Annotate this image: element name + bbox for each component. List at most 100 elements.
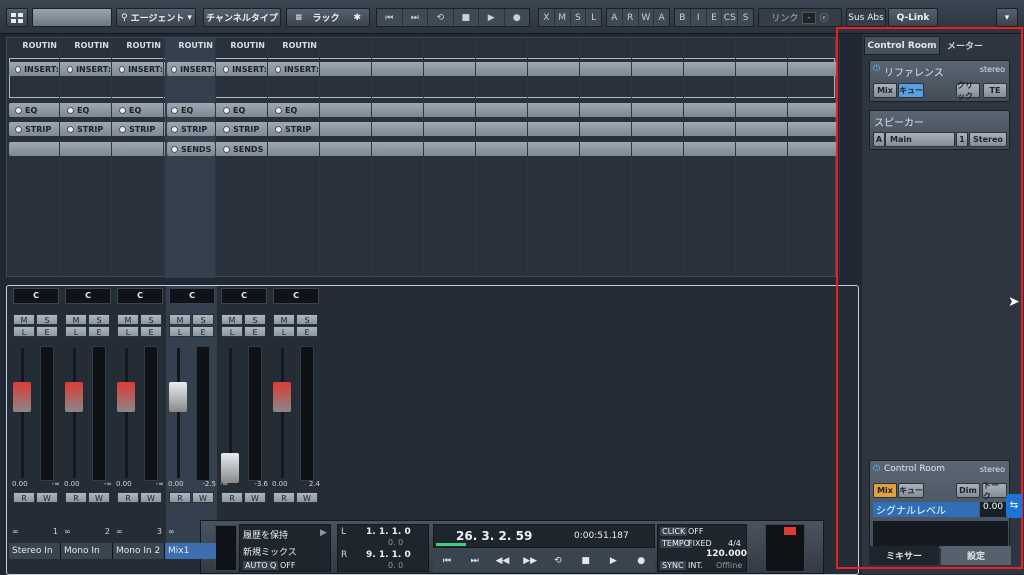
write-button[interactable]: W xyxy=(192,492,214,503)
view-l-button[interactable]: L xyxy=(586,9,601,26)
go-to-end-icon[interactable]: ⏭ xyxy=(403,9,428,26)
read-button[interactable]: R xyxy=(273,492,295,503)
sync-label[interactable]: SYNC xyxy=(660,561,686,570)
edit-b-button[interactable]: B xyxy=(675,9,691,26)
write-button[interactable]: W xyxy=(296,492,318,503)
read-button[interactable]: R xyxy=(65,492,87,503)
listen-button[interactable]: L xyxy=(169,326,191,337)
insert-bypass-icon[interactable] xyxy=(119,65,126,73)
volume-value[interactable]: 0.00 xyxy=(116,480,132,488)
pan-control[interactable]: C xyxy=(169,288,215,304)
mute-button[interactable]: M xyxy=(13,314,35,325)
record-icon[interactable]: ● xyxy=(627,550,655,572)
left-locator[interactable]: 1. 1. 1. 0 xyxy=(366,527,411,537)
solo-button[interactable]: S xyxy=(88,314,110,325)
stop-icon[interactable]: ■ xyxy=(454,9,479,26)
solo-button[interactable]: S xyxy=(192,314,214,325)
sends-slot[interactable]: SENDS xyxy=(219,142,267,156)
edit-i-button[interactable]: I xyxy=(691,9,707,26)
listen-button[interactable]: L xyxy=(273,326,295,337)
rewind-icon[interactable]: ◀◀ xyxy=(489,550,517,572)
volume-fader[interactable] xyxy=(117,382,135,413)
strip-bypass-icon[interactable] xyxy=(223,125,230,133)
pan-control[interactable]: C xyxy=(117,288,163,304)
eq-slot[interactable]: EQ xyxy=(219,103,267,117)
fast-forward-icon[interactable]: ▶▶ xyxy=(516,550,544,572)
volume-value[interactable]: 0.00 xyxy=(168,480,184,488)
strip-bypass-icon[interactable] xyxy=(275,125,282,133)
position-time[interactable]: 0:00:51.187 xyxy=(574,531,629,541)
volume-fader[interactable] xyxy=(169,382,187,413)
auto-a-button[interactable]: A xyxy=(607,9,623,26)
solo-button[interactable]: S xyxy=(244,314,266,325)
volume-fader[interactable] xyxy=(65,382,83,413)
pan-control[interactable]: C xyxy=(221,288,267,304)
insert-bypass-icon[interactable] xyxy=(223,65,230,73)
mute-button[interactable]: M xyxy=(117,314,139,325)
auto-a2-button[interactable]: A xyxy=(654,9,669,26)
eq-slot[interactable]: EQ xyxy=(63,103,111,117)
auto-w-button[interactable]: W xyxy=(639,9,655,26)
insert-bypass-icon[interactable] xyxy=(275,65,282,73)
strip-slot[interactable]: STRIP xyxy=(11,122,59,136)
history-label[interactable]: 履歴を保持 xyxy=(243,528,288,541)
solo-button[interactable]: S xyxy=(296,314,318,325)
new-mix-label[interactable]: 新規ミックス xyxy=(243,545,297,558)
routing-header[interactable]: ROUTIN xyxy=(113,41,164,55)
channel-name[interactable]: Mono In xyxy=(61,543,113,559)
agent-dropdown[interactable]: ⚲ エージェント ▾ xyxy=(116,8,196,27)
qlink-button[interactable]: Q-Link xyxy=(888,8,938,27)
play-icon[interactable]: ▶ xyxy=(320,528,327,538)
remote-support-icon[interactable]: ⇆ xyxy=(1006,494,1022,518)
listen-button[interactable]: L xyxy=(117,326,139,337)
volume-value[interactable]: 0.00 xyxy=(12,480,28,488)
edit-button[interactable]: E xyxy=(296,326,318,337)
menu-dropdown-icon[interactable]: ▾ xyxy=(996,8,1018,27)
cycle-icon[interactable]: ⟲ xyxy=(428,9,454,26)
channel-type-button[interactable]: チャンネルタイプ xyxy=(203,8,281,27)
eq-bypass-icon[interactable] xyxy=(67,106,74,114)
read-button[interactable]: R xyxy=(13,492,35,503)
solo-button[interactable]: S xyxy=(36,314,58,325)
edit-button[interactable]: E xyxy=(244,326,266,337)
strip-bypass-icon[interactable] xyxy=(119,125,126,133)
insert-bypass-icon[interactable] xyxy=(67,65,74,73)
strip-bypass-icon[interactable] xyxy=(171,125,178,133)
record-icon[interactable]: ● xyxy=(505,9,530,26)
volume-fader[interactable] xyxy=(13,382,31,413)
go-to-start-icon[interactable]: ⏮ xyxy=(377,9,403,26)
tempo-value[interactable]: 120.000 xyxy=(706,549,747,559)
insert-slot[interactable]: INSERT: xyxy=(219,62,267,76)
play-icon[interactable]: ▶ xyxy=(600,550,628,572)
play-icon[interactable]: ▶ xyxy=(479,9,505,26)
pan-control[interactable]: C xyxy=(65,288,111,304)
view-s-button[interactable]: S xyxy=(571,9,587,26)
eq-slot[interactable]: EQ xyxy=(11,103,59,117)
eq-bypass-icon[interactable] xyxy=(119,106,126,114)
window-layout-icon[interactable] xyxy=(6,8,28,27)
link-control[interactable]: リンク - ⓔ xyxy=(758,8,842,27)
insert-slot[interactable]: INSERT: xyxy=(271,62,319,76)
listen-button[interactable]: L xyxy=(65,326,87,337)
strip-slot[interactable]: STRIP xyxy=(167,122,215,136)
insert-slot[interactable]: INSERT: xyxy=(11,62,59,76)
mute-button[interactable]: M xyxy=(221,314,243,325)
strip-slot[interactable]: STRIP xyxy=(271,122,319,136)
write-button[interactable]: W xyxy=(244,492,266,503)
channel-name[interactable]: Stereo In xyxy=(9,543,61,559)
eq-bypass-icon[interactable] xyxy=(15,106,22,114)
edit-button[interactable]: E xyxy=(140,326,162,337)
edit-button[interactable]: E xyxy=(36,326,58,337)
stop-icon[interactable]: ■ xyxy=(572,550,600,572)
routing-header[interactable]: ROUTIN xyxy=(165,41,216,55)
strip-slot[interactable]: STRIP xyxy=(115,122,163,136)
edit-s-button[interactable]: S xyxy=(738,9,753,26)
channel-name[interactable]: Mono In 2 xyxy=(113,543,165,559)
channel-name[interactable]: Mix1 xyxy=(165,543,217,559)
pan-control[interactable]: C xyxy=(13,288,59,304)
auto-q-label[interactable]: AUTO Q xyxy=(243,561,279,570)
write-button[interactable]: W xyxy=(36,492,58,503)
eq-slot[interactable]: EQ xyxy=(271,103,319,117)
eq-bypass-icon[interactable] xyxy=(171,106,178,114)
insert-bypass-icon[interactable] xyxy=(15,65,22,73)
